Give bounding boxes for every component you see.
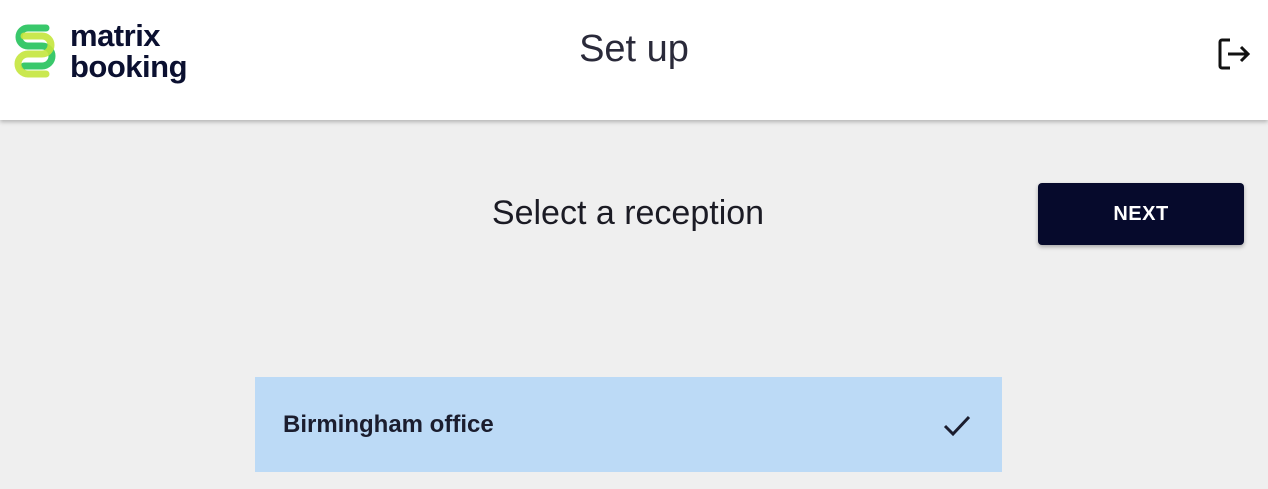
logout-button[interactable] <box>1214 34 1254 74</box>
logout-icon <box>1218 38 1251 70</box>
next-button[interactable]: NEXT <box>1038 183 1244 245</box>
reception-list: Birmingham office <box>255 377 1002 472</box>
reception-label: Birmingham office <box>283 410 494 438</box>
main-content: Select a reception NEXT Birmingham offic… <box>0 120 1268 489</box>
app-header: matrix booking Set up <box>0 0 1268 120</box>
reception-item-birmingham[interactable]: Birmingham office <box>255 377 1002 472</box>
check-icon <box>943 415 971 436</box>
page-title: Set up <box>579 28 689 70</box>
